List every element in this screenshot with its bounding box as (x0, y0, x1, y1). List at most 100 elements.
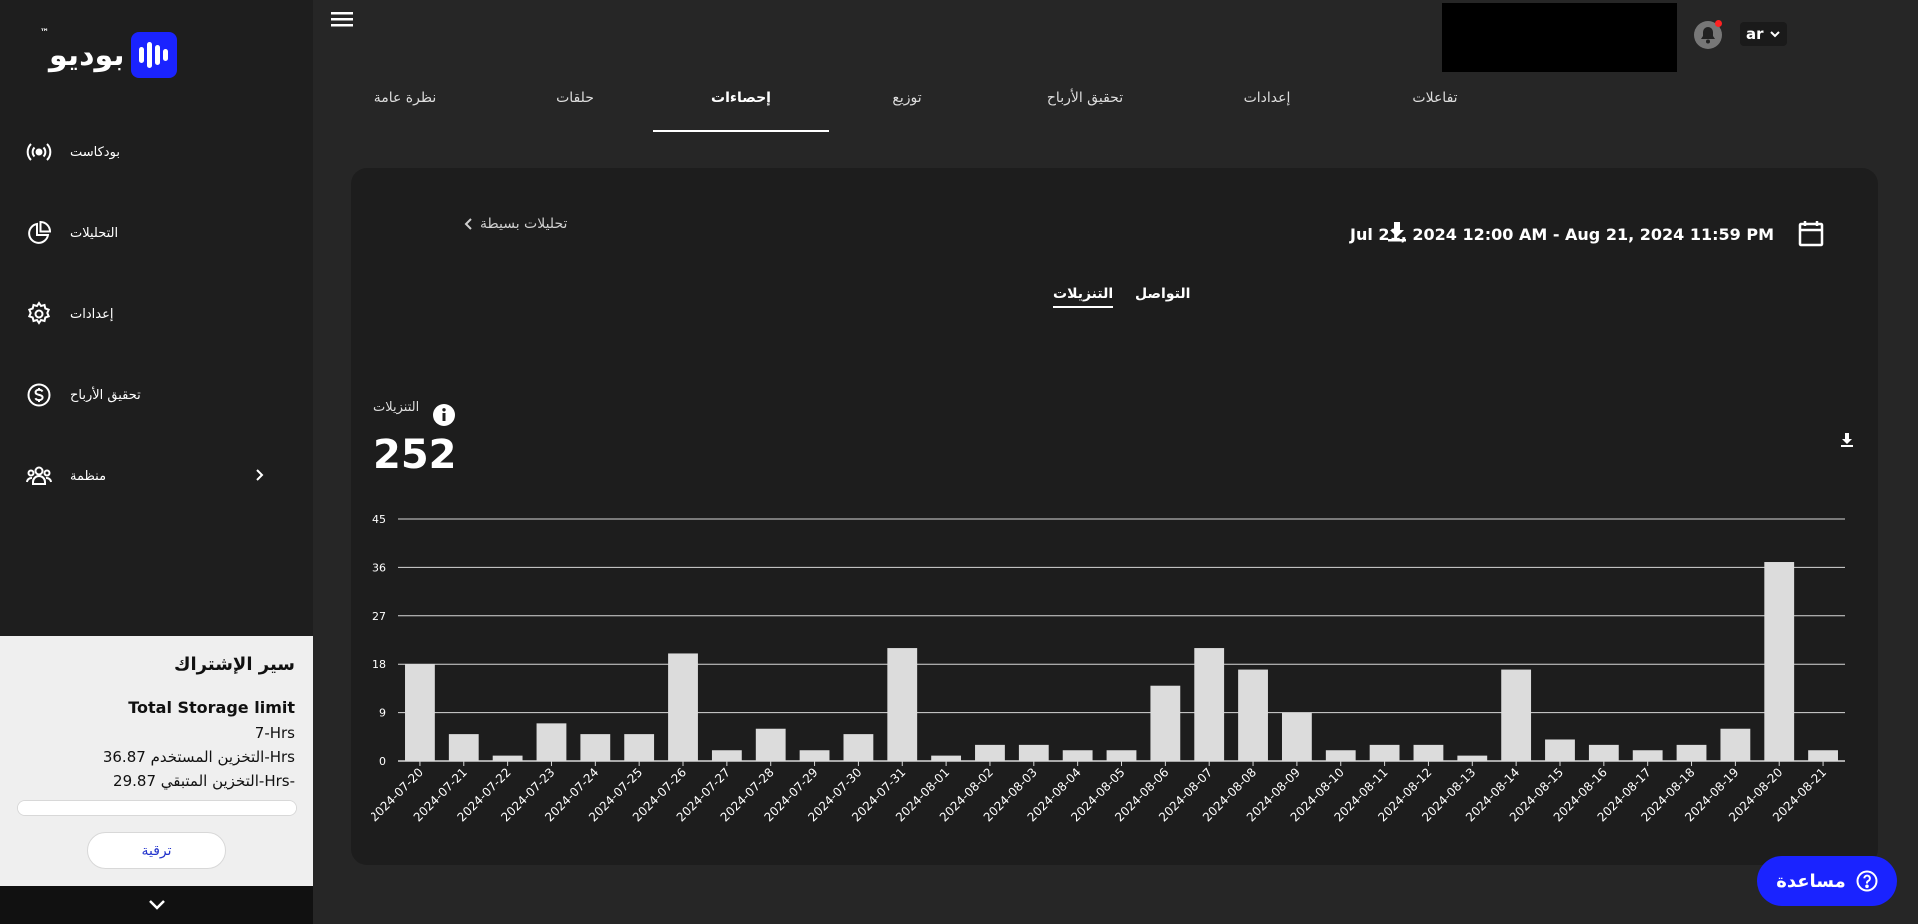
bar[interactable] (1501, 669, 1532, 761)
bar[interactable] (624, 734, 655, 761)
analytics-card: تحليلات بسيطة Jul 21, 2024 12:00 AM - Au… (351, 168, 1878, 865)
help-button[interactable]: مساعدة (1757, 856, 1897, 906)
bar[interactable] (931, 755, 962, 761)
sidebar-item-settings[interactable]: إعدادات (26, 296, 276, 332)
hamburger-icon (331, 12, 353, 27)
bar[interactable] (1413, 744, 1444, 761)
bar[interactable] (887, 648, 918, 761)
tab-distribution[interactable]: توزيع (852, 90, 962, 130)
tab-monetization[interactable]: تحقيق الأرباح (1025, 90, 1145, 130)
bar[interactable] (1106, 750, 1137, 761)
menu-toggle-button[interactable] (330, 9, 354, 33)
y-tick-label: 36 (372, 561, 386, 574)
bar[interactable] (1194, 648, 1225, 761)
bar[interactable] (580, 734, 611, 761)
storage-used: التخزين المستخدم 36.87-Hrs (102, 748, 295, 766)
upgrade-button[interactable]: ترقية (87, 832, 226, 869)
language-select[interactable]: ar (1740, 22, 1787, 46)
users-icon (26, 466, 52, 485)
tab-statistics[interactable]: إحصاءات (653, 90, 829, 132)
sidebar-item-monetization[interactable]: تحقيق الأرباح (26, 377, 276, 413)
bar[interactable] (1588, 744, 1619, 761)
simple-analytics-label: تحليلات بسيطة (480, 216, 568, 232)
bar[interactable] (843, 734, 874, 761)
bar[interactable] (975, 744, 1005, 761)
chevron-down-icon (1769, 31, 1780, 38)
user-profile-area (1442, 3, 1677, 72)
subscription-title: سير الإشتراك (174, 654, 295, 675)
bar[interactable] (1632, 750, 1663, 761)
subscription-panel: سير الإشتراك Total Storage limit 7-Hrs ا… (0, 636, 313, 886)
sidebar-item-organization[interactable]: منظمة (26, 458, 276, 494)
sidebar-item-analytics[interactable]: التحليلات (26, 215, 276, 251)
sidebar-item-podcast[interactable]: بودكاست (26, 134, 276, 170)
downloads-bar-chart: 09182736452024-07-202024-07-212024-07-22… (371, 513, 1845, 824)
bar[interactable] (1062, 750, 1093, 761)
tab-engagement[interactable]: التواصل (1135, 286, 1190, 306)
sidebar-item-label: بودكاست (70, 144, 120, 160)
metric-label: التنزيلات (373, 400, 420, 415)
logo-trademark: ™ (40, 27, 49, 38)
bar[interactable] (1150, 685, 1181, 761)
date-range-display[interactable]: Jul 21, 2024 12:00 AM - Aug 21, 2024 11:… (1350, 225, 1774, 244)
gear-icon (27, 301, 51, 325)
sidebar-item-label: تحقيق الأرباح (70, 387, 141, 403)
tab-interactions[interactable]: تفاعلات (1380, 90, 1490, 130)
bar[interactable] (1545, 739, 1575, 761)
chevron-down-icon (148, 900, 165, 910)
info-icon[interactable] (432, 403, 456, 427)
bar[interactable] (1325, 750, 1356, 761)
pie-chart-icon (28, 220, 52, 244)
bar[interactable] (755, 728, 786, 761)
sidebar-item-label: منظمة (70, 468, 107, 484)
calendar-icon[interactable] (1798, 219, 1824, 247)
bar[interactable] (1720, 728, 1751, 761)
bar[interactable] (1808, 750, 1838, 761)
bar[interactable] (1018, 744, 1049, 761)
podcast-icon (26, 143, 52, 161)
chart-download-icon[interactable] (1840, 432, 1854, 448)
chevron-right-icon[interactable] (252, 468, 266, 482)
logo[interactable]: ™بوديو (40, 28, 177, 78)
tab-settings[interactable]: إعدادات (1212, 90, 1322, 130)
bar[interactable] (1238, 669, 1268, 761)
bar[interactable] (405, 664, 435, 761)
tab-downloads[interactable]: التنزيلات (1053, 286, 1114, 308)
simple-analytics-link[interactable]: تحليلات بسيطة (464, 216, 567, 232)
help-label: مساعدة (1776, 870, 1846, 892)
bar[interactable] (1764, 562, 1795, 761)
bar[interactable] (1457, 755, 1488, 761)
language-value: ar (1746, 25, 1764, 43)
dollar-icon (27, 383, 51, 407)
sidebar-item-label: إعدادات (70, 306, 114, 322)
bar[interactable] (1676, 744, 1707, 761)
logo-mark-icon (130, 32, 177, 78)
bar[interactable] (492, 755, 523, 761)
bar[interactable] (668, 653, 698, 761)
y-tick-label: 0 (379, 755, 386, 768)
y-tick-label: 45 (372, 513, 386, 526)
bar[interactable] (1369, 744, 1400, 761)
chevron-left-icon (464, 218, 472, 230)
sidebar-item-label: التحليلات (70, 225, 119, 241)
sidebar: ™بوديو بودكاست التحليلات إعدادات تحقيق ا… (0, 0, 313, 924)
storage-remaining: التخزين المتبقي 29.87-Hrs- (113, 772, 295, 790)
bar[interactable] (711, 750, 742, 761)
question-icon (1856, 870, 1878, 892)
bar[interactable] (448, 734, 479, 761)
bar[interactable] (799, 750, 830, 761)
storage-limit-value: 7-Hrs (254, 724, 295, 742)
y-tick-label: 27 (372, 610, 386, 623)
bar[interactable] (536, 723, 567, 761)
bar[interactable] (1281, 712, 1312, 761)
y-tick-label: 9 (379, 707, 386, 720)
logo-text: بوديو (49, 37, 125, 73)
tab-episodes[interactable]: حلقات (520, 90, 630, 130)
tab-overview[interactable]: نظرة عامة (350, 90, 460, 130)
y-tick-label: 18 (372, 658, 386, 671)
sidebar-collapse-toggle[interactable] (0, 886, 313, 924)
notifications-button[interactable] (1693, 20, 1723, 54)
storage-progress-bar (17, 800, 297, 816)
storage-limit-label: Total Storage limit (128, 698, 295, 717)
metric-value: 252 (373, 432, 457, 478)
